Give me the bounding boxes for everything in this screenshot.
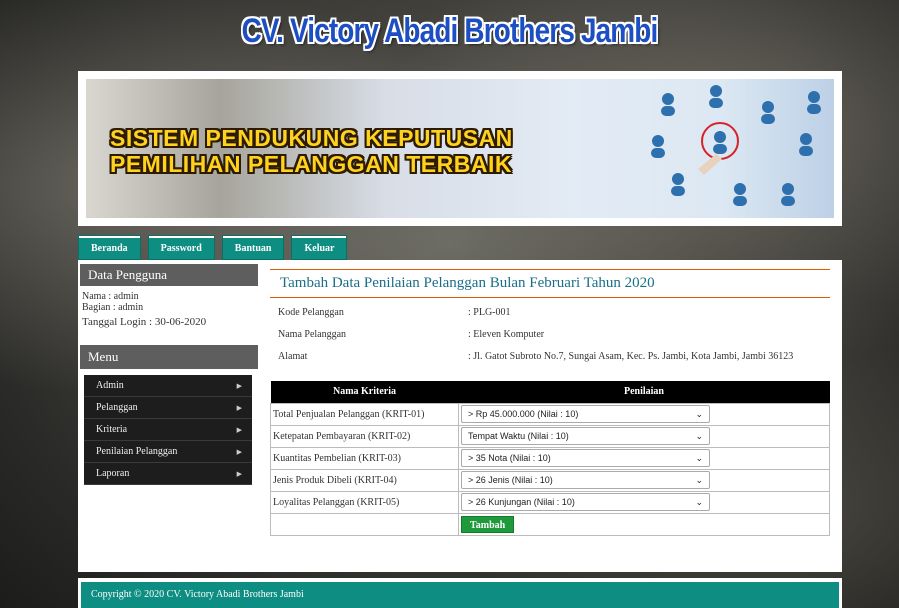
menu-item-pelanggan[interactable]: Pelanggan ▶ bbox=[84, 397, 252, 419]
caret-right-icon: ▶ bbox=[236, 382, 242, 390]
info-value: : Jl. Gatot Subroto No.7, Sungai Asam, K… bbox=[468, 350, 794, 362]
top-nav: Beranda Password Bantuan Keluar bbox=[78, 235, 348, 260]
empty-cell bbox=[270, 512, 459, 536]
user-role: Bagian : admin bbox=[82, 302, 144, 313]
score-select[interactable]: > 35 Nota (Nilai : 10) ⌄ bbox=[461, 449, 710, 467]
menu-item-kriteria[interactable]: Kriteria ▶ bbox=[84, 419, 252, 441]
menu-item-label: Penilaian Pelanggan bbox=[96, 446, 178, 457]
criteria-name: Ketepatan Pembayaran (KRIT-02) bbox=[270, 424, 459, 448]
select-value: Tempat Waktu (Nilai : 10) bbox=[468, 431, 569, 441]
menu-item-admin[interactable]: Admin ▶ bbox=[84, 375, 252, 397]
menu-item-label: Admin bbox=[96, 380, 124, 391]
login-date: Tanggal Login : 30-06-2020 bbox=[82, 316, 207, 328]
info-row: Alamat : Jl. Gatot Subroto No.7, Sungai … bbox=[270, 345, 830, 367]
site-title: CV. Victory Abadi Brothers Jambi bbox=[241, 12, 659, 50]
sidebar: Data Pengguna Nama : admin Bagian : admi… bbox=[80, 264, 258, 485]
select-value: > Rp 45.000.000 (Nilai : 10) bbox=[468, 409, 579, 419]
info-value: : Eleven Komputer bbox=[468, 328, 545, 340]
score-select[interactable]: > Rp 45.000.000 (Nilai : 10) ⌄ bbox=[461, 405, 710, 423]
banner-heading: SISTEM PENDUKUNG KEPUTUSAN PEMILIHAN PEL… bbox=[110, 125, 513, 177]
menu-heading: Menu bbox=[80, 345, 258, 369]
submit-button[interactable]: Tambah bbox=[461, 515, 515, 533]
nav-password[interactable]: Password bbox=[147, 235, 215, 260]
menu-section: Menu Admin ▶ Pelanggan ▶ Kriteria ▶ Penilai… bbox=[80, 345, 258, 485]
chevron-down-icon: ⌄ bbox=[695, 453, 703, 463]
score-select[interactable]: > 26 Jenis (Nilai : 10) ⌄ bbox=[461, 471, 710, 489]
select-value: > 26 Kunjungan (Nilai : 10) bbox=[468, 497, 575, 507]
info-label: Alamat bbox=[278, 350, 308, 362]
footer: Copyright © 2020 CV. Victory Abadi Broth… bbox=[78, 578, 842, 608]
user-name: Nama : admin bbox=[82, 291, 139, 302]
menu-item-label: Laporan bbox=[96, 468, 130, 479]
menu-item-penilaian[interactable]: Penilaian Pelanggan ▶ bbox=[84, 441, 252, 463]
criteria-name: Kuantitas Pembelian (KRIT-03) bbox=[270, 446, 459, 470]
table-row: Kuantitas Pembelian (KRIT-03) > 35 Nota … bbox=[270, 446, 830, 470]
info-value: : PLG-001 bbox=[468, 306, 511, 318]
footer-text: Copyright © 2020 CV. Victory Abadi Broth… bbox=[81, 582, 839, 608]
network-people-icon bbox=[651, 85, 821, 206]
table-header-row: Nama Kriteria Penilaian bbox=[270, 381, 830, 403]
menu-item-laporan[interactable]: Laporan ▶ bbox=[84, 463, 252, 485]
content-panel: Data Pengguna Nama : admin Bagian : admi… bbox=[78, 260, 842, 572]
criteria-name: Total Penjualan Pelanggan (KRIT-01) bbox=[270, 402, 459, 426]
banner-line-2: PEMILIHAN PELANGGAN TERBAIK bbox=[110, 151, 512, 177]
select-value: > 26 Jenis (Nilai : 10) bbox=[468, 475, 553, 485]
main-content: Tambah Data Penilaian Pelanggan Bulan Fe… bbox=[270, 260, 830, 536]
caret-right-icon: ▶ bbox=[236, 426, 242, 434]
customer-info: Kode Pelanggan : PLG-001 Nama Pelanggan … bbox=[270, 301, 830, 367]
select-value: > 35 Nota (Nilai : 10) bbox=[468, 453, 551, 463]
score-select[interactable]: Tempat Waktu (Nilai : 10) ⌄ bbox=[461, 427, 710, 445]
banner-image: SISTEM PENDUKUNG KEPUTUSAN PEMILIHAN PEL… bbox=[86, 79, 834, 218]
caret-right-icon: ▶ bbox=[236, 404, 242, 412]
info-label: Nama Pelanggan bbox=[278, 328, 347, 340]
page-title: Tambah Data Penilaian Pelanggan Bulan Fe… bbox=[270, 269, 830, 298]
caret-right-icon: ▶ bbox=[236, 470, 242, 478]
table-row: Total Penjualan Pelanggan (KRIT-01) > Rp… bbox=[270, 402, 830, 426]
info-label: Kode Pelanggan bbox=[278, 306, 344, 318]
caret-right-icon: ▶ bbox=[236, 448, 242, 456]
chevron-down-icon: ⌄ bbox=[695, 475, 703, 485]
user-data-heading: Data Pengguna bbox=[80, 264, 258, 286]
nav-keluar[interactable]: Keluar bbox=[291, 235, 348, 260]
banner-line-1: SISTEM PENDUKUNG KEPUTUSAN bbox=[110, 125, 513, 151]
nav-beranda[interactable]: Beranda bbox=[78, 235, 141, 260]
menu-list: Admin ▶ Pelanggan ▶ Kriteria ▶ Penilaian Pe… bbox=[84, 375, 252, 485]
info-row: Kode Pelanggan : PLG-001 bbox=[270, 301, 830, 323]
chevron-down-icon: ⌄ bbox=[695, 431, 703, 441]
header-kriteria: Nama Kriteria bbox=[270, 381, 459, 403]
criteria-name: Jenis Produk Dibeli (KRIT-04) bbox=[270, 468, 459, 492]
table-row: Loyalitas Pelanggan (KRIT-05) > 26 Kunju… bbox=[270, 490, 830, 514]
chevron-down-icon: ⌄ bbox=[695, 409, 703, 419]
table-row: Tambah bbox=[270, 512, 830, 536]
menu-item-label: Pelanggan bbox=[96, 402, 138, 413]
menu-item-label: Kriteria bbox=[96, 424, 128, 435]
nav-bantuan[interactable]: Bantuan bbox=[221, 235, 285, 260]
criteria-name: Loyalitas Pelanggan (KRIT-05) bbox=[270, 490, 459, 514]
table-row: Ketepatan Pembayaran (KRIT-02) Tempat Wa… bbox=[270, 424, 830, 448]
info-row: Nama Pelanggan : Eleven Komputer bbox=[270, 323, 830, 345]
banner: SISTEM PENDUKUNG KEPUTUSAN PEMILIHAN PEL… bbox=[78, 71, 842, 226]
chevron-down-icon: ⌄ bbox=[695, 497, 703, 507]
header-penilaian: Penilaian bbox=[458, 381, 830, 403]
table-row: Jenis Produk Dibeli (KRIT-04) > 26 Jenis… bbox=[270, 468, 830, 492]
criteria-table: Nama Kriteria Penilaian Total Penjualan … bbox=[270, 381, 830, 536]
score-select[interactable]: > 26 Kunjungan (Nilai : 10) ⌄ bbox=[461, 493, 710, 511]
